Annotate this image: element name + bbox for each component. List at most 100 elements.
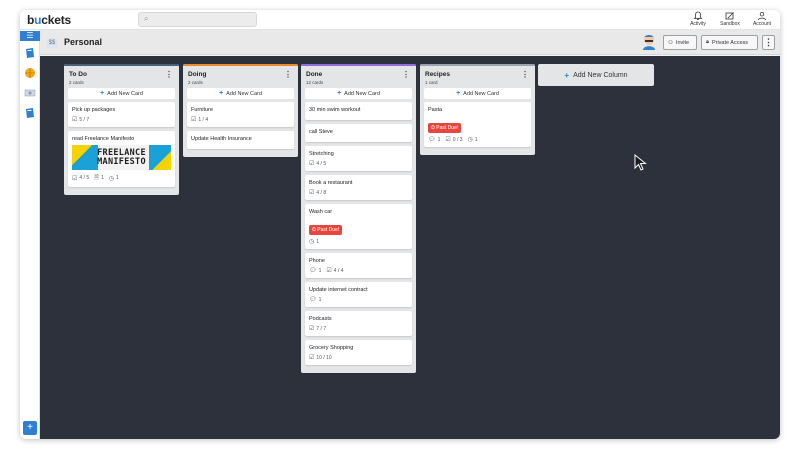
card[interactable]: Pick up packages ☑ 5 / 7 (68, 102, 175, 127)
checklist-count: 5 / 7 (79, 116, 90, 123)
sandbox-button[interactable]: Sandbox (720, 11, 740, 27)
card[interactable]: Wash car ⏰︎ Past Due! ◷ 1 (305, 204, 412, 249)
search-input[interactable]: ⌕ (138, 12, 257, 27)
comment-badge: 💬︎ 1 (309, 296, 322, 304)
add-board-button[interactable]: + (23, 421, 37, 435)
checklist-icon: ☑ (191, 117, 197, 123)
card[interactable]: call Steve (305, 124, 412, 142)
checklist-icon: ☑ (326, 268, 332, 274)
card-title: Update internet contract (309, 287, 368, 293)
past-due-label: Past Due! (317, 227, 340, 233)
invite-label: Invite (675, 39, 690, 46)
add-card-button[interactable]: + Add New Card (424, 88, 531, 99)
column-menu-icon[interactable]: ⋮ (402, 70, 410, 79)
card-title: Grocery Shopping (309, 345, 354, 351)
column-title[interactable]: Recipes (425, 71, 450, 78)
checklist-icon: ☑ (309, 161, 315, 167)
card[interactable]: Update Health Insurance (187, 131, 294, 149)
account-label: Account (752, 21, 772, 27)
comment-icon: 💬︎ (309, 297, 317, 303)
past-due-badge: ⏰︎ Past Due! (428, 123, 462, 133)
column-todo: To Do 2 cards ⋮ + Add New Card Pick up pa… (64, 64, 179, 195)
board-icon (26, 48, 34, 58)
avatar[interactable] (642, 34, 656, 50)
checklist-badge: ☑ 0 / 3 (445, 136, 462, 144)
checklist-badge: ☑ 1 / 4 (191, 116, 209, 124)
checklist-count: 4 / 5 (316, 160, 327, 167)
money-icon: $$ (46, 38, 58, 48)
card[interactable]: Pasta ⏰︎ Past Due! 💬︎ 1 ☑ 0 / 3 ◷ 1 (424, 102, 531, 147)
card-title: Stretching (309, 151, 334, 157)
add-column-label: Add New Column (573, 71, 628, 79)
add-card-button[interactable]: + Add New Card (305, 88, 412, 99)
card-cover-image: FREELANCE MANIFESTO (72, 145, 171, 170)
comment-count: 1 (318, 296, 322, 303)
attachment-icon: 🗎︎ (94, 175, 99, 181)
basketball-icon (25, 68, 35, 78)
money-icon (24, 89, 36, 97)
bell-icon (693, 11, 703, 20)
column-color-bar (420, 64, 535, 66)
column-menu-icon[interactable]: ⋮ (521, 70, 529, 79)
cover-graphic-right (149, 145, 171, 170)
checklist-count: 4 / 4 (333, 267, 344, 274)
card-title: 30 min swim workout (309, 107, 361, 113)
clock-icon: ◷ (467, 137, 473, 143)
menu-icon[interactable]: ☰ (20, 31, 40, 41)
card[interactable]: Podcasts ☑ 7 / 7 (305, 311, 412, 336)
card[interactable]: Update internet contract 💬︎ 1 (305, 282, 412, 307)
column-menu-icon[interactable]: ⋮ (165, 70, 173, 79)
column-title[interactable]: Done (306, 71, 322, 78)
user-icon (758, 12, 766, 21)
time-badge: ◷ 1 (309, 238, 319, 246)
add-card-button[interactable]: + Add New Card (68, 88, 175, 99)
card[interactable]: Stretching ☑ 4 / 5 (305, 146, 412, 171)
board-title[interactable]: Personal (64, 37, 102, 47)
plus-icon: + (337, 90, 342, 97)
card-title: Phone (309, 258, 325, 264)
add-card-label: Add New Card (463, 90, 499, 97)
search-icon: ⌕ (144, 14, 149, 23)
activity-button[interactable]: Activity (688, 11, 708, 27)
column-done: Done 12 cards ⋮ + Add New Card 30 min swi… (301, 64, 416, 373)
checklist-badge: ☑ 10 / 10 (309, 354, 332, 362)
checklist-icon: ☑ (309, 190, 315, 196)
app-logo[interactable]: buckets (27, 13, 71, 27)
checklist-badge: ☑ 4 / 5 (309, 160, 327, 168)
add-card-button[interactable]: + Add New Card (187, 88, 294, 99)
card[interactable]: Grocery Shopping ☑ 10 / 10 (305, 340, 412, 365)
checklist-badge: ☑ 5 / 7 (72, 116, 90, 124)
clock-icon: ◷ (108, 175, 114, 182)
invite-button[interactable]: ⚇ Invite (663, 35, 697, 50)
card[interactable]: read Freelance Manifesto FREELANCE MANIF… (68, 131, 175, 187)
cover-text: FREELANCE MANIFESTO (97, 148, 146, 167)
column-color-bar (183, 64, 298, 66)
column-card-count: 1 card (425, 80, 438, 85)
account-button[interactable]: Account (752, 11, 772, 27)
sidebar-board-3[interactable] (24, 86, 36, 98)
card-title: Book a restaurant (309, 180, 353, 186)
sidebar-board-4[interactable] (24, 106, 36, 118)
card[interactable]: 30 min swim workout (305, 102, 412, 120)
top-bar: buckets ⌕ Activity Sandbox Account (20, 10, 780, 30)
sidebar-board-2[interactable] (24, 66, 36, 78)
private-access-button[interactable]: 🔒︎ Private Access (701, 35, 758, 50)
invite-icon: ⚇ (668, 39, 673, 46)
add-column-button[interactable]: + Add New Column (538, 64, 654, 86)
column-color-bar (64, 64, 179, 66)
column-menu-icon[interactable]: ⋮ (284, 70, 292, 79)
checklist-count: 1 / 4 (198, 116, 209, 123)
more-options-button[interactable]: ⋮ (762, 35, 775, 50)
board-icon (26, 108, 34, 118)
checklist-badge: ☑ 4 / 5 (72, 175, 89, 182)
card[interactable]: Book a restaurant ☑ 4 / 8 (305, 175, 412, 200)
sidebar-board-1[interactable] (24, 46, 36, 58)
add-card-label: Add New Card (107, 90, 143, 97)
card[interactable]: Furniture ☑ 1 / 4 (187, 102, 294, 127)
board-canvas: To Do 2 cards ⋮ + Add New Card Pick up pa… (40, 56, 780, 439)
column-title[interactable]: To Do (69, 71, 87, 78)
add-card-label: Add New Card (226, 90, 262, 97)
logo-suffix: ckets (41, 13, 71, 27)
column-title[interactable]: Doing (188, 71, 206, 78)
card[interactable]: Phone 💬︎ 1 ☑ 4 / 4 (305, 253, 412, 278)
